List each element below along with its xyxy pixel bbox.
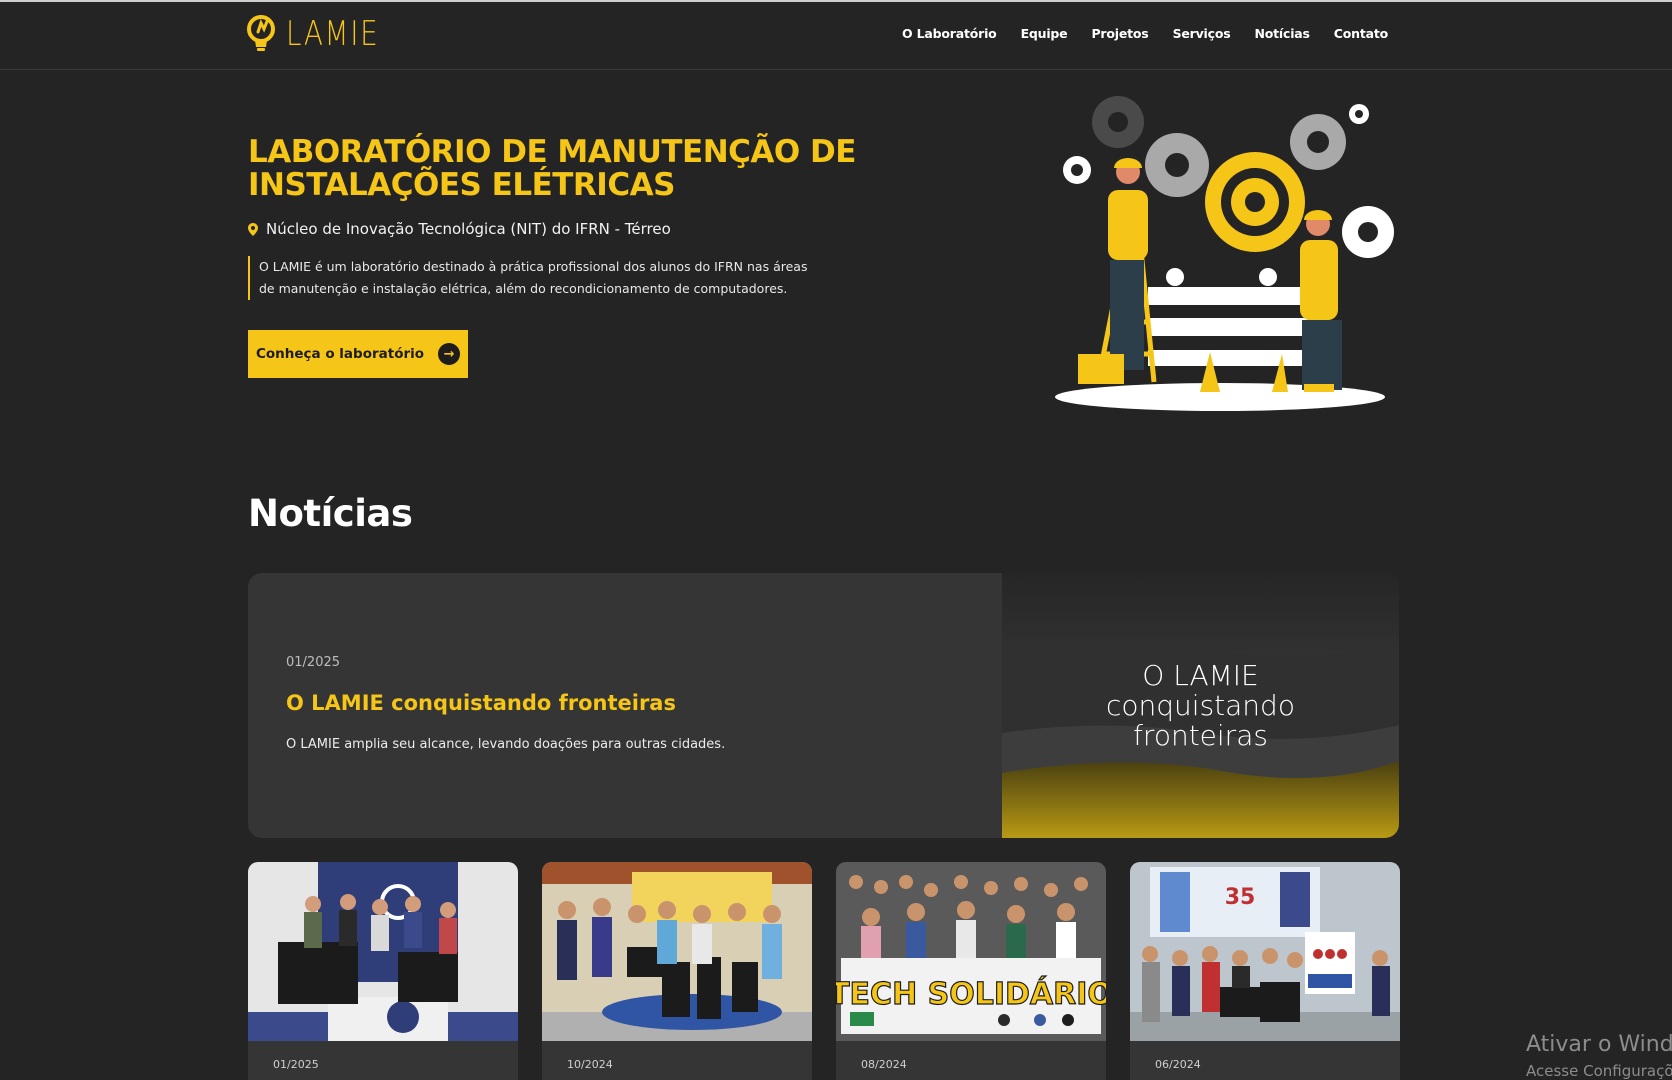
hero-location-text: Núcleo de Inovação Tecnológica (NIT) do … bbox=[266, 220, 671, 238]
featured-news-card[interactable]: 01/2025 O LAMIE conquistando fronteiras … bbox=[248, 573, 1399, 838]
main-nav: O Laboratório Equipe Projetos Serviços N… bbox=[902, 26, 1388, 41]
featured-news-image-text: O LAMIE conquistando fronteiras bbox=[1002, 661, 1399, 751]
nav-item-noticias[interactable]: Notícias bbox=[1254, 26, 1309, 41]
location-pin-icon bbox=[248, 222, 258, 236]
nav-item-projetos[interactable]: Projetos bbox=[1091, 26, 1148, 41]
windows-activation-watermark: Ativar o Windows bbox=[1526, 1032, 1672, 1057]
hero-title: LABORATÓRIO DE MANUTENÇÃO DE INSTALAÇÕES… bbox=[248, 136, 868, 202]
logo[interactable]: LAMIE bbox=[246, 14, 400, 54]
news-card-date: 06/2024 bbox=[1155, 1058, 1201, 1071]
hero-title-line1: LABORATÓRIO DE MANUTENÇÃO DE bbox=[248, 134, 856, 170]
news-card-date: 01/2025 bbox=[273, 1058, 319, 1071]
featured-news-date: 01/2025 bbox=[286, 655, 341, 670]
tech-solidario-banner-text: TECH SOLIDÁRIO bbox=[836, 976, 1106, 1012]
windows-activation-watermark-subtext: Acesse Configurações bbox=[1526, 1062, 1672, 1080]
news-card-photo[interactable] bbox=[542, 862, 812, 1041]
cta-label: Conheça o laboratório bbox=[255, 346, 425, 362]
featured-news-image-text-line3: fronteiras bbox=[1133, 719, 1268, 752]
news-card[interactable]: 10/2024 bbox=[542, 862, 812, 1080]
nav-item-equipe[interactable]: Equipe bbox=[1021, 26, 1068, 41]
hero-description-line2: de manutenção e instalação elétrica, alé… bbox=[259, 281, 788, 296]
lightbulb-icon bbox=[247, 15, 275, 51]
hero-description-line1: O LAMIE é um laboratório destinado à prá… bbox=[259, 259, 808, 274]
logo-text: LAMIE bbox=[286, 14, 380, 54]
news-card-date: 08/2024 bbox=[861, 1058, 907, 1071]
anniversary-sign-text: 35 bbox=[1225, 885, 1256, 910]
news-card-date: 10/2024 bbox=[567, 1058, 613, 1071]
cta-button[interactable]: Conheça o laboratório → bbox=[248, 330, 468, 378]
news-section-title: Notícias bbox=[248, 492, 413, 535]
news-card-photo[interactable]: TECH SOLIDÁRIO bbox=[836, 862, 1106, 1041]
featured-news-headline[interactable]: O LAMIE conquistando fronteiras bbox=[286, 691, 676, 715]
hero-description: O LAMIE é um laboratório destinado à prá… bbox=[248, 256, 828, 300]
news-card-photo[interactable]: 35 bbox=[1130, 862, 1400, 1041]
nav-item-contato[interactable]: Contato bbox=[1334, 26, 1388, 41]
nav-item-laboratorio[interactable]: O Laboratório bbox=[902, 26, 997, 41]
workers-gears-illustration bbox=[1055, 96, 1394, 411]
site-header: LAMIE O Laboratório Equipe Projetos Serv… bbox=[0, 2, 1672, 70]
news-card-photo[interactable] bbox=[248, 862, 518, 1041]
featured-news-image-text-line1: O LAMIE bbox=[1142, 659, 1259, 692]
news-card[interactable]: 35 06/2024 bbox=[1130, 862, 1400, 1080]
featured-news-summary: O LAMIE amplia seu alcance, levando doaç… bbox=[286, 737, 726, 752]
nav-item-servicos[interactable]: Serviços bbox=[1173, 26, 1231, 41]
news-card[interactable]: TECH SOLIDÁRIO 08/2024 bbox=[836, 862, 1106, 1080]
arrow-right-icon: → bbox=[438, 343, 461, 365]
hero-location: Núcleo de Inovação Tecnológica (NIT) do … bbox=[248, 220, 671, 238]
hero-title-line2: INSTALAÇÕES ELÉTRICAS bbox=[248, 167, 675, 203]
featured-news-image-text-line2: conquistando bbox=[1106, 689, 1295, 722]
news-cards: 01/2025 10/2024 TECH SOLIDÁRIO 08/2024 3… bbox=[248, 862, 1400, 1080]
featured-news-image[interactable]: O LAMIE conquistando fronteiras bbox=[1002, 573, 1399, 838]
news-card[interactable]: 01/2025 bbox=[248, 862, 518, 1080]
